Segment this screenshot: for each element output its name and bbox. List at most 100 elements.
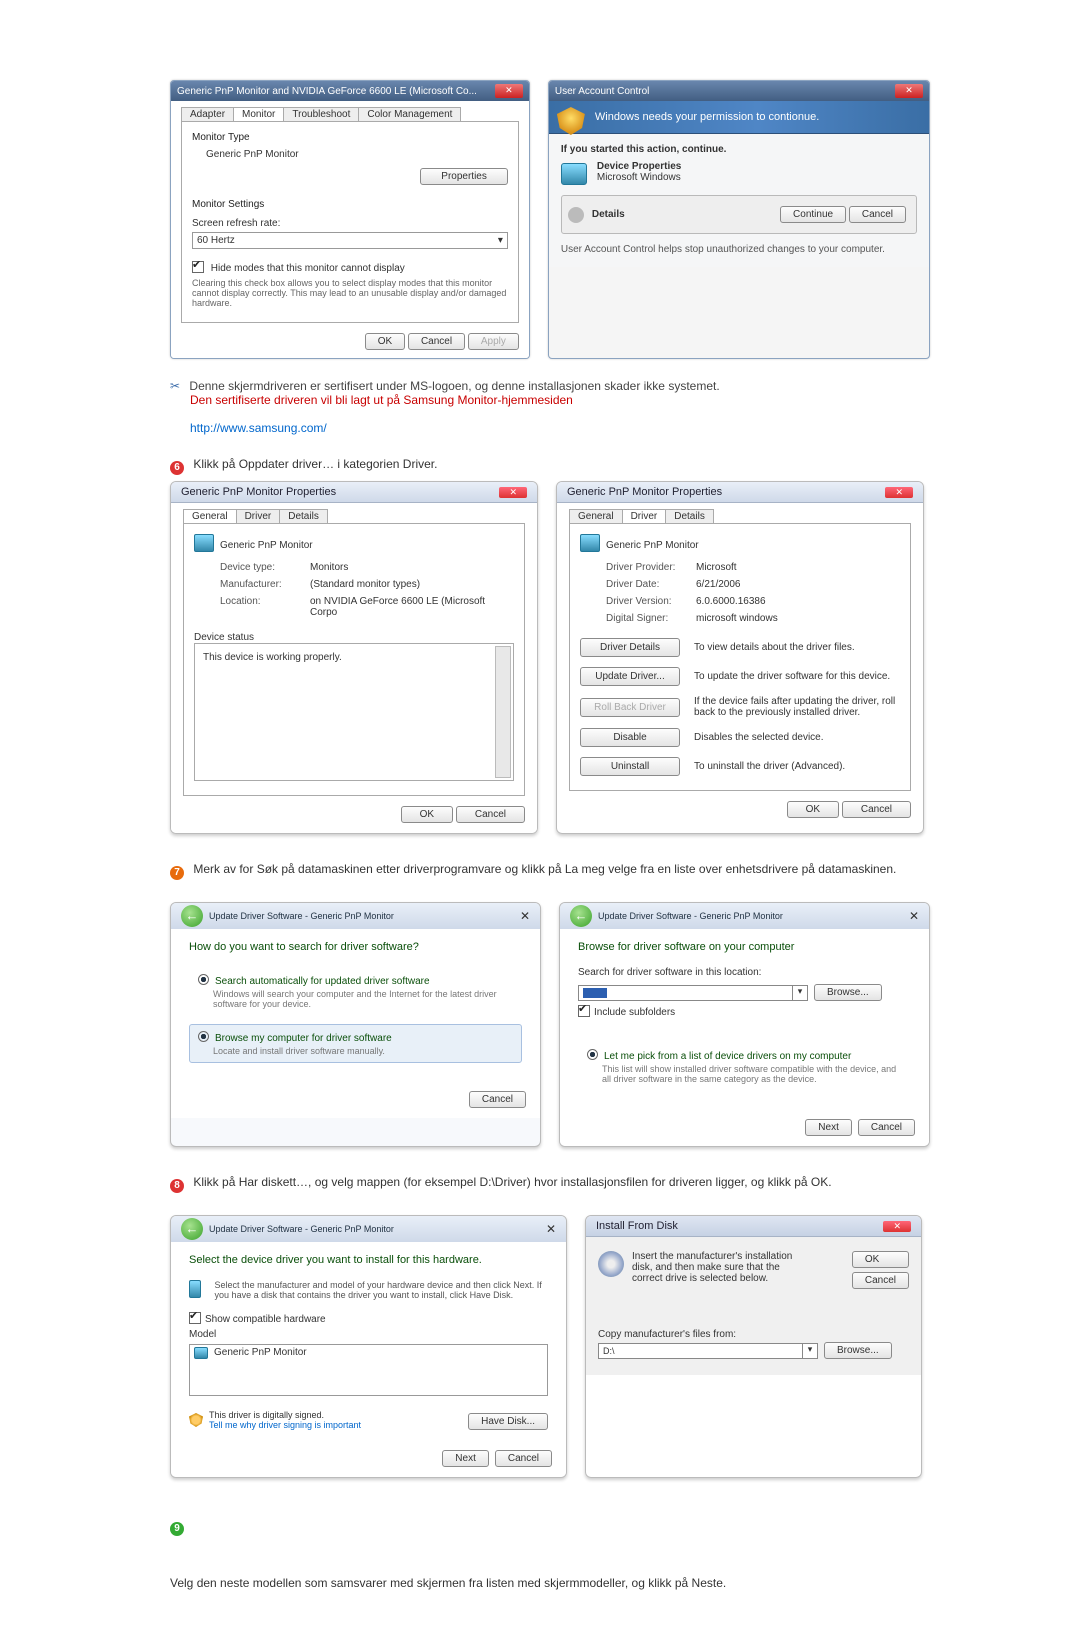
step-7-line: 7 Merk av for Søk på datamaskinen etter … — [170, 862, 930, 880]
hide-modes-checkbox[interactable] — [192, 261, 204, 273]
tab-adapter[interactable]: Adapter — [181, 107, 234, 121]
title-text: User Account Control — [555, 86, 650, 97]
close-icon[interactable]: ✕ — [885, 487, 913, 498]
ok-button[interactable]: OK — [401, 806, 453, 823]
radio-icon — [198, 1031, 209, 1042]
close-icon[interactable]: ✕ — [895, 84, 923, 98]
cancel-button[interactable]: Cancel — [469, 1091, 526, 1108]
samsung-link[interactable]: http://www.samsung.com/ — [190, 421, 327, 435]
screenshot-row-1: Generic PnP Monitor and NVIDIA GeForce 6… — [170, 80, 930, 359]
step-8-line: 8 Klikk på Har diskett…, og velg mappen … — [170, 1175, 930, 1193]
ok-button[interactable]: OK — [365, 333, 405, 350]
model-listbox[interactable]: Generic PnP Monitor — [189, 1344, 548, 1396]
location-combo[interactable]: ▾ — [578, 985, 808, 1001]
close-icon[interactable]: ✕ — [909, 909, 919, 923]
title-text: Generic PnP Monitor and NVIDIA GeForce 6… — [177, 86, 477, 97]
expand-icon[interactable] — [568, 207, 584, 223]
titlebar: User Account Control ✕ — [549, 81, 929, 101]
tab-monitor[interactable]: Monitor — [233, 107, 284, 121]
close-icon[interactable]: ✕ — [520, 909, 530, 923]
show-compatible-checkbox[interactable] — [189, 1312, 201, 1324]
wizard-heading: Browse for driver software on your compu… — [578, 941, 911, 953]
scrollbar[interactable] — [495, 646, 511, 778]
monitor-icon — [194, 534, 214, 552]
close-icon[interactable]: ✕ — [499, 487, 527, 498]
cancel-button[interactable]: Cancel — [408, 333, 465, 350]
step-badge-7: 7 — [170, 866, 184, 880]
chevron-down-icon: ▾ — [792, 986, 807, 1000]
cancel-button[interactable]: Cancel — [849, 206, 906, 223]
ok-button[interactable]: OK — [787, 801, 839, 818]
cancel-button[interactable]: Cancel — [842, 801, 911, 818]
properties-button[interactable]: Properties — [420, 168, 508, 185]
radio-icon — [198, 974, 209, 985]
browse-button[interactable]: Browse... — [824, 1342, 892, 1359]
disk-icon — [598, 1251, 624, 1277]
tab-body: Monitor Type Generic PnP Monitor Propert… — [181, 121, 519, 323]
disable-button[interactable]: Disable — [580, 728, 680, 747]
continue-button[interactable]: Continue — [780, 206, 846, 223]
back-icon[interactable]: ← — [181, 905, 203, 927]
tab-driver[interactable]: Driver — [236, 509, 281, 523]
shield-icon — [189, 1413, 203, 1427]
close-icon[interactable]: ✕ — [495, 84, 523, 98]
rollback-driver-button[interactable]: Roll Back Driver — [580, 698, 680, 717]
details-label[interactable]: Details — [592, 209, 625, 220]
monitor-type-label: Monitor Type — [192, 132, 508, 143]
content-column: Generic PnP Monitor and NVIDIA GeForce 6… — [170, 80, 930, 1590]
cancel-button[interactable]: Cancel — [456, 806, 525, 823]
tab-color-management[interactable]: Color Management — [358, 107, 461, 121]
banner-text: Windows needs your permission to contion… — [595, 111, 819, 123]
uac-line1: Device Properties — [597, 161, 682, 172]
wizard-select-model: ←Update Driver Software - Generic PnP Mo… — [170, 1215, 567, 1478]
tab-details[interactable]: Details — [279, 509, 328, 523]
refresh-label: Screen refresh rate: — [192, 218, 508, 229]
next-button[interactable]: Next — [442, 1450, 489, 1467]
shield-icon — [557, 107, 585, 135]
option-browse-computer[interactable]: Browse my computer for driver software L… — [189, 1024, 522, 1063]
pnp-properties-general: Generic PnP Monitor Properties✕ General … — [170, 481, 538, 834]
close-icon[interactable]: ✕ — [883, 1221, 911, 1232]
step-6-line: 6 Klikk på Oppdater driver… i kategorien… — [170, 457, 930, 475]
apply-button[interactable]: Apply — [468, 333, 519, 350]
wizard-search-method: ←Update Driver Software - Generic PnP Mo… — [170, 902, 541, 1147]
cancel-button[interactable]: Cancel — [852, 1272, 909, 1289]
uac-banner: Windows needs your permission to contion… — [549, 101, 929, 134]
details-row: Details Continue Cancel — [561, 195, 917, 234]
close-icon[interactable]: ✕ — [546, 1222, 556, 1236]
option-let-me-pick[interactable]: Let me pick from a list of device driver… — [578, 1042, 911, 1091]
monitor-icon — [189, 1280, 201, 1298]
include-subfolders-checkbox[interactable] — [578, 1005, 590, 1017]
step-badge-6: 6 — [170, 461, 184, 475]
tab-troubleshoot[interactable]: Troubleshoot — [283, 107, 359, 121]
tab-driver[interactable]: Driver — [622, 509, 667, 523]
back-icon[interactable]: ← — [181, 1218, 203, 1240]
tab-details[interactable]: Details — [665, 509, 714, 523]
next-button[interactable]: Next — [805, 1119, 852, 1136]
option-auto-search[interactable]: Search automatically for updated driver … — [189, 967, 522, 1016]
ok-button[interactable]: OK — [852, 1251, 909, 1268]
pnp-properties-driver: Generic PnP Monitor Properties✕ General … — [556, 481, 924, 834]
tab-general[interactable]: General — [183, 509, 237, 523]
have-disk-button[interactable]: Have Disk... — [468, 1413, 548, 1430]
browse-button[interactable]: Browse... — [814, 984, 882, 1001]
closing-text: Velg den neste modellen som samsvarer me… — [170, 1576, 930, 1590]
back-icon[interactable]: ← — [570, 905, 592, 927]
driver-details-button[interactable]: Driver Details — [580, 638, 680, 657]
monitor-settings-label: Monitor Settings — [192, 199, 508, 210]
radio-icon — [587, 1049, 598, 1060]
tab-general[interactable]: General — [569, 509, 623, 523]
wizard-browse: ←Update Driver Software - Generic PnP Mo… — [559, 902, 930, 1147]
hide-modes-description: Clearing this check box allows you to se… — [192, 278, 508, 308]
why-signing-link[interactable]: Tell me why driver signing is important — [209, 1420, 361, 1430]
titlebar: Generic PnP Monitor and NVIDIA GeForce 6… — [171, 81, 529, 101]
install-from-disk-dialog: Install From Disk✕ Insert the manufactur… — [585, 1215, 922, 1478]
uninstall-button[interactable]: Uninstall — [580, 757, 680, 776]
path-combo[interactable]: D:\ ▾ — [598, 1343, 818, 1359]
update-driver-button[interactable]: Update Driver... — [580, 667, 680, 686]
refresh-rate-select[interactable]: 60 Hertz▾ — [192, 232, 508, 249]
cancel-button[interactable]: Cancel — [495, 1450, 552, 1467]
cancel-button[interactable]: Cancel — [858, 1119, 915, 1136]
hide-modes-label: Hide modes that this monitor cannot disp… — [211, 263, 405, 274]
chevron-down-icon: ▾ — [802, 1344, 817, 1358]
